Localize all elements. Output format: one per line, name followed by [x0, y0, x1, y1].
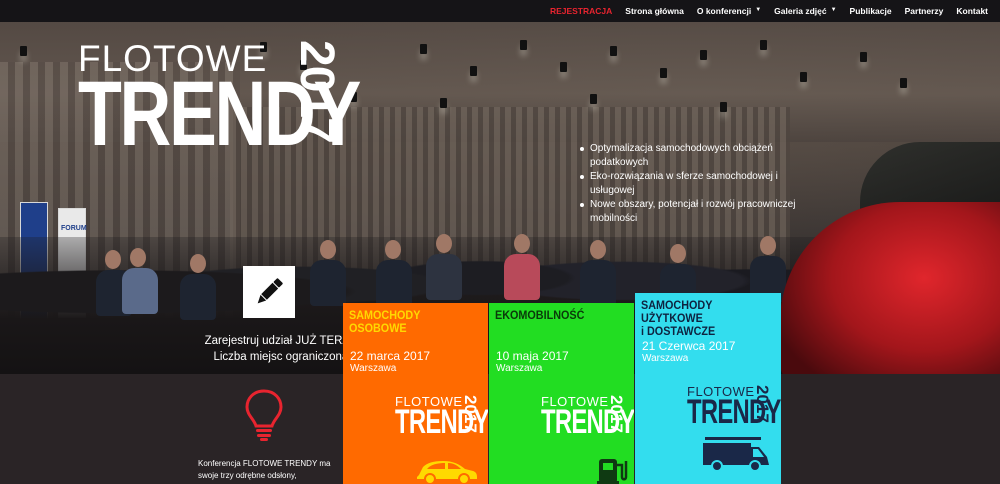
attendee-body — [122, 268, 158, 314]
nav-item-rejestracja[interactable]: REJESTRACJA — [550, 6, 612, 16]
ceiling-light — [590, 94, 597, 104]
nav-item-label: Galeria zdjęć — [774, 6, 827, 16]
card-title: SAMOCHODY OSOBOWE — [349, 308, 421, 335]
attendee-head — [320, 240, 336, 259]
nav-item-label: Publikacje — [849, 6, 892, 16]
nav-item-label: Strona główna — [625, 6, 684, 16]
nav-item-label: REJESTRACJA — [549, 6, 613, 16]
ceiling-light — [700, 50, 707, 60]
attendee-head — [436, 234, 452, 253]
attendee-head — [105, 250, 121, 269]
about-text: Konferencja FLOTOWE TRENDY ma swoje trzy… — [198, 458, 348, 482]
attendee-body — [504, 254, 540, 300]
ceiling-light — [440, 98, 447, 108]
ceiling-light — [520, 40, 527, 50]
attendee-body — [310, 260, 346, 306]
attendee-head — [590, 240, 606, 259]
nav-item-o-konferencji[interactable]: O konferencji ▼ — [697, 6, 761, 16]
register-pencil-button[interactable] — [243, 266, 295, 318]
red-car — [780, 202, 1000, 374]
ceiling-light — [660, 68, 667, 78]
card-logo: FLOTOWE TRENDY 2017 — [541, 395, 634, 439]
card-logo: FLOTOWE TRENDY 2017 — [395, 395, 488, 439]
site-logo[interactable]: FLOTOWE TRENDY 2017 — [78, 38, 361, 168]
event-card-uzytkowe[interactable]: SAMOCHODY UŻYTKOWE i DOSTAWCZE 21 Czerwc… — [635, 293, 781, 484]
attendee-body — [580, 260, 616, 306]
card-logo-year: 2017 — [753, 385, 772, 423]
conference-topics-list: Optymalizacja samochodowych obciążeń pod… — [578, 142, 808, 226]
lightbulb-icon — [245, 389, 283, 441]
attendee-body — [180, 274, 216, 320]
attendee-body — [376, 260, 412, 306]
card-city: Warszawa — [642, 353, 689, 364]
ceiling-light — [560, 62, 567, 72]
card-logo: FLOTOWE TRENDY 2017 — [687, 385, 781, 429]
attendee-head — [385, 240, 401, 259]
chevron-down-icon: ▼ — [755, 7, 762, 13]
card-title-line-2: i DOSTAWCZE — [641, 324, 716, 338]
nav-item-publikacje[interactable]: Publikacje — [850, 6, 892, 16]
banner-label: FORUM — [61, 225, 87, 232]
ceiling-light — [760, 40, 767, 50]
card-city: Warszawa — [496, 363, 543, 374]
pencil-icon — [257, 278, 283, 304]
attendee-head — [760, 236, 776, 255]
van-icon — [703, 437, 769, 472]
ceiling-light — [900, 78, 907, 88]
about-line-2: swoje trzy odrębne odsłony, — [198, 471, 297, 480]
card-title: EKOMOBILNOŚĆ — [495, 308, 585, 322]
event-card-osobowe[interactable]: SAMOCHODY OSOBOWE 22 marca 2017 Warszawa… — [343, 303, 488, 484]
card-date: 21 Czerwca 2017 — [642, 339, 736, 353]
attendee-head — [670, 244, 686, 263]
ceiling-light — [800, 72, 807, 82]
ceiling-light — [470, 66, 477, 76]
ceiling-light — [720, 102, 727, 112]
nav-item-strona-glowna[interactable]: Strona główna — [625, 6, 684, 16]
nav-item-label: O konferencji — [696, 6, 752, 16]
card-logo-year: 2017 — [461, 395, 480, 433]
event-card-ekomobilnosc[interactable]: EKOMOBILNOŚĆ 10 maja 2017 Warszawa FLOTO… — [489, 303, 634, 484]
card-title: SAMOCHODY UŻYTKOWE i DOSTAWCZE — [641, 299, 763, 338]
chevron-down-icon: ▼ — [830, 7, 837, 13]
list-item: Optymalizacja samochodowych obciążeń pod… — [578, 142, 808, 170]
ceiling-light — [610, 46, 617, 56]
ceiling-light — [420, 44, 427, 54]
attendee-head — [514, 234, 530, 253]
ceiling-light — [860, 52, 867, 62]
nav-item-kontakt[interactable]: Kontakt — [956, 6, 988, 16]
card-logo-year: 2017 — [607, 395, 626, 433]
top-navigation: REJESTRACJA Strona główna O konferencji … — [0, 0, 1000, 22]
car-icon — [417, 461, 477, 484]
logo-year: 2017 — [290, 40, 343, 143]
card-date: 22 marca 2017 — [350, 349, 431, 363]
attendee-head — [190, 254, 206, 273]
list-item: Nowe obszary, potencjał i rozwój pracown… — [578, 198, 808, 226]
charging-station-icon — [597, 459, 628, 484]
nav-item-label: Kontakt — [956, 6, 988, 16]
nav-item-label: Partnerzy — [904, 6, 944, 16]
ceiling-light — [20, 46, 27, 56]
nav-item-galeria-zdjec[interactable]: Galeria zdjęć ▼ — [774, 6, 836, 16]
card-date: 10 maja 2017 — [496, 349, 569, 363]
about-line-1: Konferencja FLOTOWE TRENDY ma — [198, 459, 331, 468]
nav-item-partnerzy[interactable]: Partnerzy — [905, 6, 944, 16]
list-item: Eko-rozwiązania w sferze samochodowej i … — [578, 170, 808, 198]
attendee-body — [426, 254, 462, 300]
card-city: Warszawa — [350, 363, 397, 374]
attendee-head — [130, 248, 146, 267]
card-title-line-1: SAMOCHODY UŻYTKOWE — [641, 298, 713, 325]
